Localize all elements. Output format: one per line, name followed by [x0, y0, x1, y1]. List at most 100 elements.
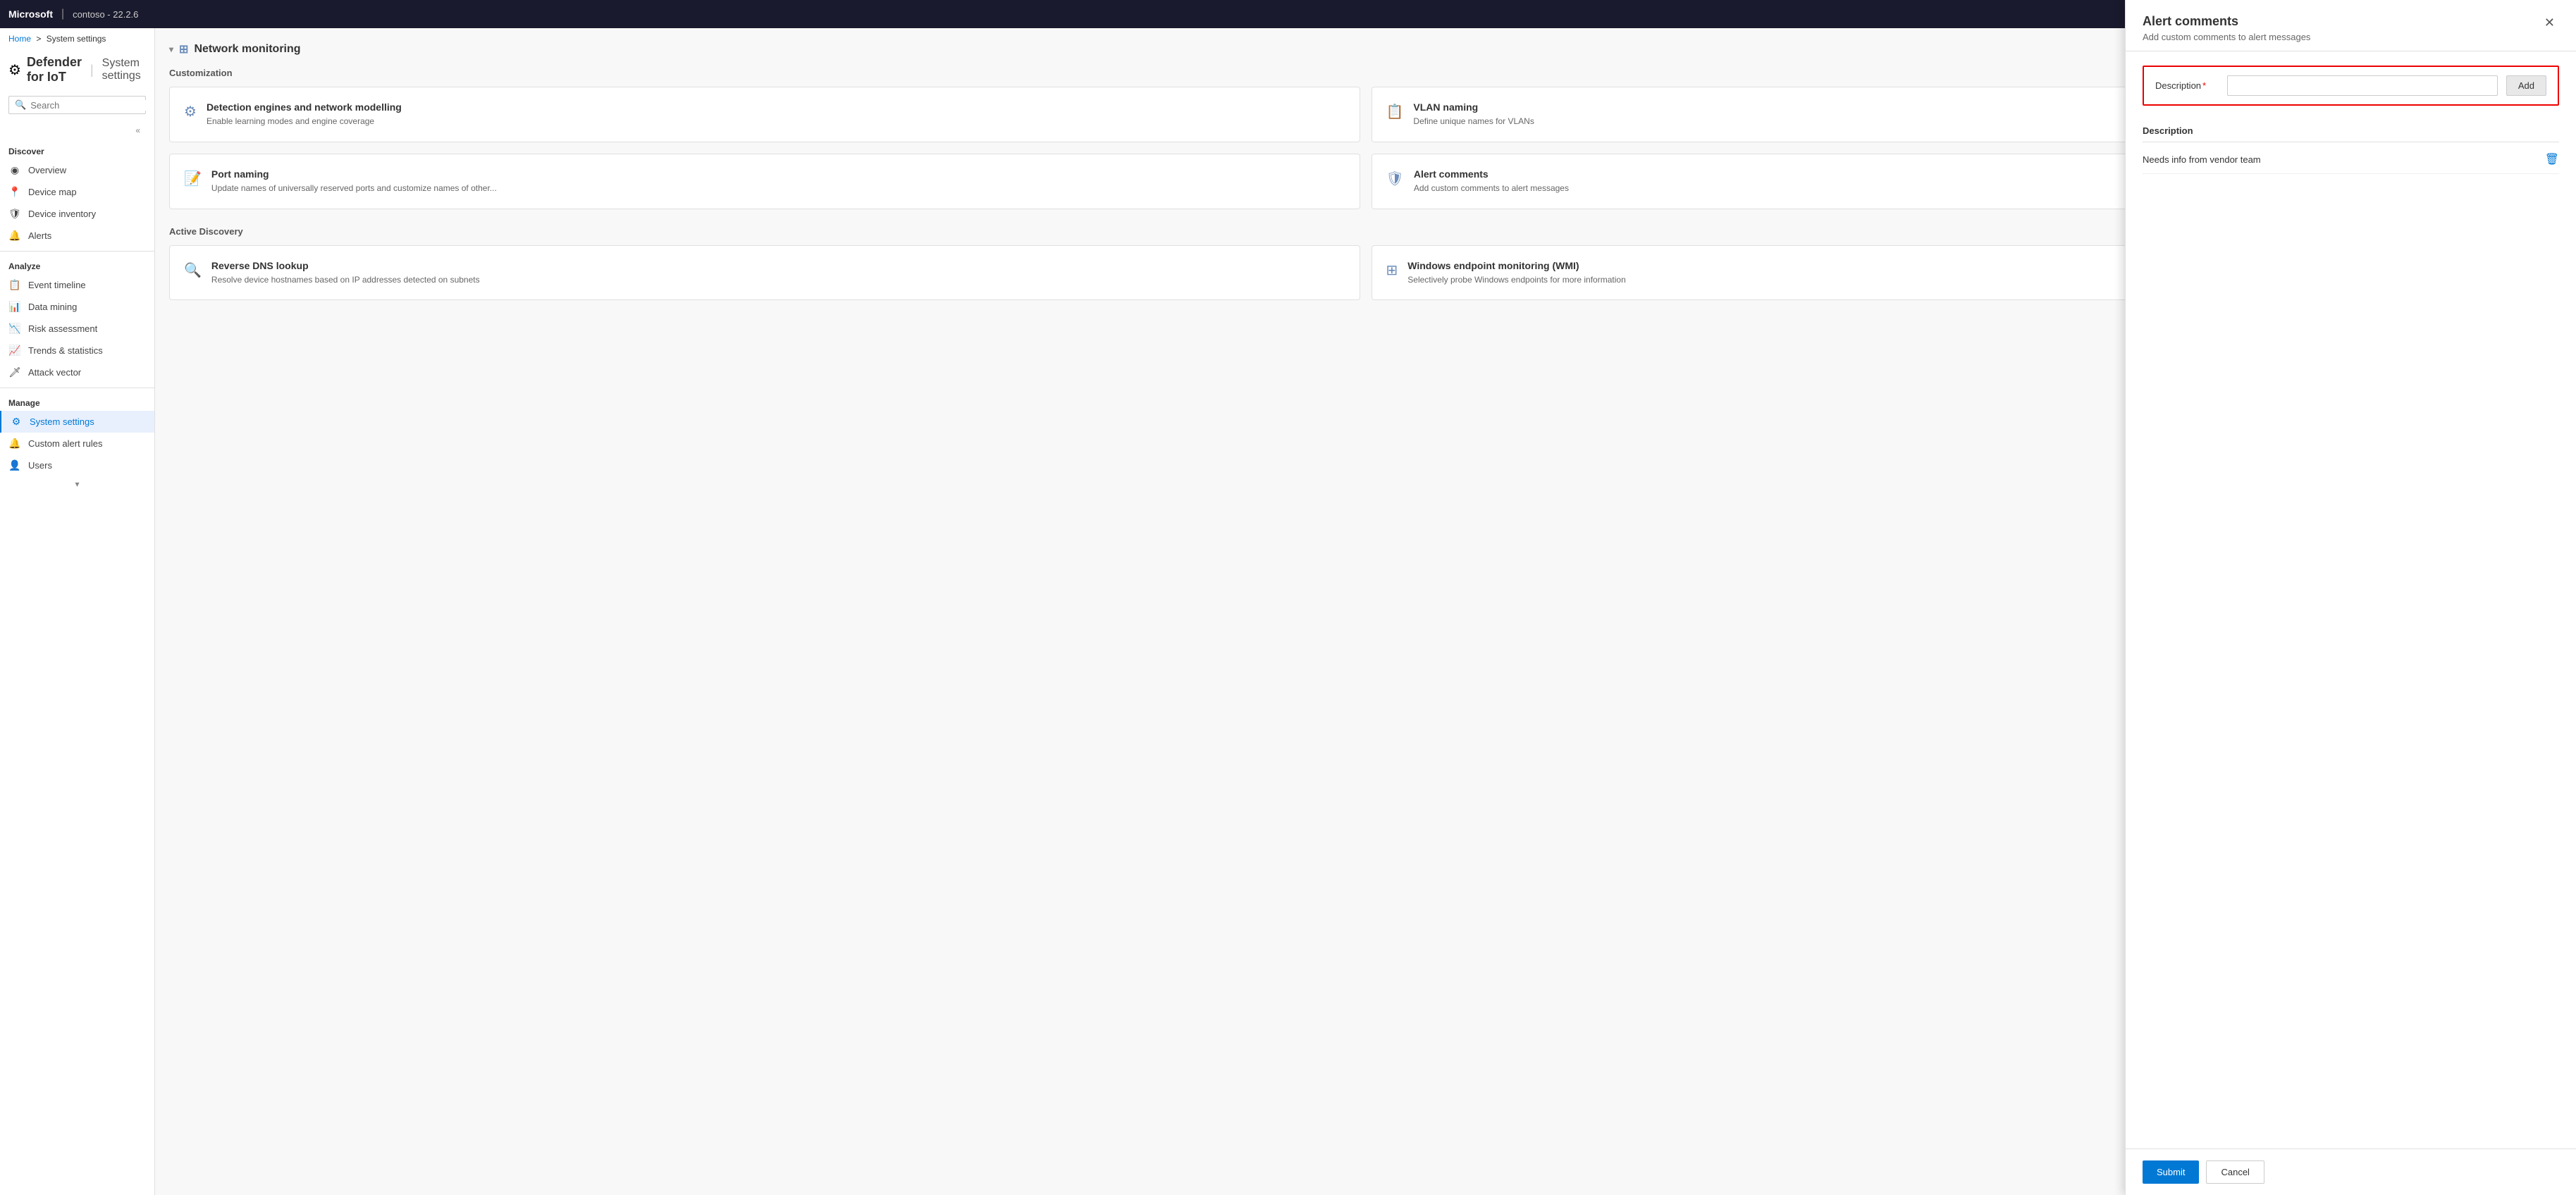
reverse-dns-title: Reverse DNS lookup	[211, 260, 480, 271]
system-settings-icon: ⚙	[10, 416, 23, 428]
description-label-text: Description	[2155, 80, 2201, 91]
port-naming-title: Port naming	[211, 168, 497, 180]
topbar-brand: Microsoft	[8, 8, 53, 20]
search-box[interactable]: 🔍	[8, 96, 146, 114]
detection-engines-title: Detection engines and network modelling	[207, 101, 402, 113]
main-layout: Home > System settings ⚙ Defender for Io…	[0, 28, 2576, 1195]
panel-title-group: Alert comments Add custom comments to al…	[2143, 28, 2310, 42]
app-title: Defender for IoT	[27, 55, 82, 85]
card-port-naming[interactable]: 📝 Port naming Update names of universall…	[169, 154, 1360, 209]
add-button[interactable]: Add	[2506, 75, 2546, 96]
sidebar-label-risk-assessment: Risk assessment	[28, 323, 97, 334]
table-cell-action: 🗑	[2537, 152, 2559, 166]
windows-endpoint-body: Windows endpoint monitoring (WMI) Select…	[1407, 260, 1625, 286]
sidebar-section-discover: Discover	[0, 141, 154, 159]
sidebar-item-custom-alert-rules[interactable]: 🔔 Custom alert rules	[0, 433, 154, 454]
section-title-network-monitoring: Network monitoring	[194, 43, 300, 56]
sidebar-item-risk-assessment[interactable]: 📉 Risk assessment	[0, 318, 154, 340]
network-monitoring-icon: ⊞	[179, 42, 188, 56]
panel-title: Alert comments	[2143, 28, 2310, 29]
sidebar-divider-1	[0, 251, 154, 252]
sidebar-label-system-settings: System settings	[30, 416, 94, 427]
sidebar-label-users: Users	[28, 460, 52, 471]
delete-button[interactable]: 🗑	[2545, 152, 2559, 166]
port-naming-body: Port naming Update names of universally …	[211, 168, 497, 194]
sidebar: Home > System settings ⚙ Defender for Io…	[0, 28, 155, 1195]
reverse-dns-body: Reverse DNS lookup Resolve device hostna…	[211, 260, 480, 286]
vlan-naming-body: VLAN naming Define unique names for VLAN…	[1413, 101, 1534, 128]
cancel-button[interactable]: Cancel	[2206, 1160, 2264, 1184]
breadcrumb: Home > System settings	[0, 28, 154, 49]
description-input[interactable]	[2227, 75, 2498, 96]
device-map-icon: 📍	[8, 186, 21, 198]
risk-assessment-icon: 📉	[8, 323, 21, 335]
device-inventory-icon: 🛡	[8, 208, 21, 220]
trends-icon: 📈	[8, 345, 21, 357]
sidebar-item-overview[interactable]: ◉ Overview	[0, 159, 154, 181]
sidebar-item-device-inventory[interactable]: 🛡 Device inventory	[0, 203, 154, 225]
vlan-naming-icon: 📋	[1386, 103, 1404, 120]
vlan-naming-title: VLAN naming	[1413, 101, 1534, 113]
reverse-dns-icon: 🔍	[184, 261, 202, 279]
sidebar-item-trends-statistics[interactable]: 📈 Trends & statistics	[0, 340, 154, 361]
sidebar-label-attack-vector: Attack vector	[28, 367, 81, 378]
panel-close-button[interactable]: ✕	[2540, 28, 2559, 32]
search-icon: 🔍	[15, 99, 26, 111]
detection-engines-icon: ⚙	[184, 103, 197, 120]
sidebar-label-trends-statistics: Trends & statistics	[28, 345, 103, 356]
card-detection-engines[interactable]: ⚙ Detection engines and network modellin…	[169, 87, 1360, 142]
sidebar-app-title: ⚙ Defender for IoT | System settings	[0, 49, 154, 93]
port-naming-icon: 📝	[184, 170, 202, 187]
users-icon: 👤	[8, 459, 21, 471]
alert-comments-card-desc: Add custom comments to alert messages	[1414, 182, 1569, 194]
panel-footer: Submit Cancel	[2126, 1148, 2576, 1195]
search-input[interactable]	[30, 100, 154, 111]
breadcrumb-current: System settings	[47, 34, 106, 44]
sidebar-label-device-inventory: Device inventory	[28, 209, 96, 219]
detection-engines-desc: Enable learning modes and engine coverag…	[207, 116, 402, 128]
port-naming-desc: Update names of universally reserved por…	[211, 182, 497, 194]
table-cell-description: Needs info from vendor team	[2143, 154, 2537, 165]
section-toggle-icon[interactable]: ▾	[169, 44, 173, 54]
reverse-dns-desc: Resolve device hostnames based on IP add…	[211, 274, 480, 286]
alert-comments-panel: Alert comments Add custom comments to al…	[2125, 28, 2576, 1195]
description-form-row: Description* Add	[2143, 66, 2559, 106]
data-mining-icon: 📊	[8, 301, 21, 313]
windows-endpoint-title: Windows endpoint monitoring (WMI)	[1407, 260, 1625, 271]
sidebar-label-device-map: Device map	[28, 187, 77, 197]
topbar-instance: contoso - 22.2.6	[73, 9, 138, 20]
custom-alert-rules-icon: 🔔	[8, 438, 21, 450]
app-subtitle: System settings	[102, 57, 146, 82]
card-reverse-dns[interactable]: 🔍 Reverse DNS lookup Resolve device host…	[169, 245, 1360, 301]
sidebar-item-data-mining[interactable]: 📊 Data mining	[0, 296, 154, 318]
required-marker: *	[2202, 80, 2206, 91]
sidebar-item-system-settings[interactable]: ⚙ System settings	[0, 411, 154, 433]
sidebar-item-event-timeline[interactable]: 📋 Event timeline	[0, 274, 154, 296]
sidebar-section-manage: Manage	[0, 392, 154, 411]
sidebar-label-custom-alert-rules: Custom alert rules	[28, 438, 102, 449]
attack-vector-icon: 🗡	[8, 366, 21, 378]
alert-comments-card-title: Alert comments	[1414, 168, 1569, 180]
sidebar-section-analyze: Analyze	[0, 256, 154, 274]
sidebar-item-alerts[interactable]: 🔔 Alerts	[0, 225, 154, 247]
scroll-down-icon: ▾	[75, 479, 79, 489]
detection-engines-body: Detection engines and network modelling …	[207, 101, 402, 128]
collapse-button[interactable]: «	[127, 123, 149, 138]
app-icon: ⚙	[8, 61, 21, 79]
sidebar-label-overview: Overview	[28, 165, 66, 175]
sidebar-item-device-map[interactable]: 📍 Device map	[0, 181, 154, 203]
scroll-down-indicator: ▾	[0, 476, 154, 492]
alerts-icon: 🔔	[8, 230, 21, 242]
submit-button[interactable]: Submit	[2143, 1160, 2199, 1184]
event-timeline-icon: 📋	[8, 279, 21, 291]
sidebar-item-users[interactable]: 👤 Users	[0, 454, 154, 476]
panel-body: Description* Add Description Needs info …	[2126, 51, 2576, 1148]
breadcrumb-home[interactable]: Home	[8, 34, 31, 44]
overview-icon: ◉	[8, 164, 21, 176]
table-row: Needs info from vendor team 🗑	[2143, 145, 2559, 174]
sidebar-item-attack-vector[interactable]: 🗡 Attack vector	[0, 361, 154, 383]
sidebar-label-event-timeline: Event timeline	[28, 280, 86, 290]
vlan-naming-desc: Define unique names for VLANs	[1413, 116, 1534, 128]
description-label: Description*	[2155, 80, 2219, 91]
breadcrumb-sep: >	[36, 34, 41, 44]
